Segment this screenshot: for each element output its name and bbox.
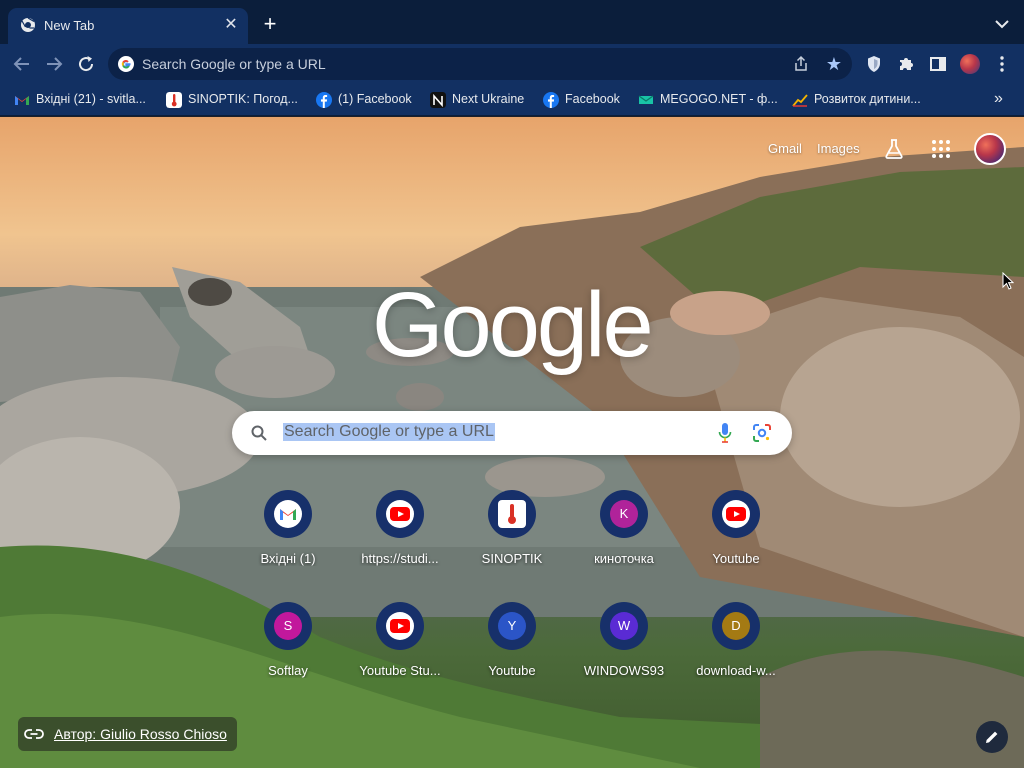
facebook-icon [543,92,559,108]
shortcut-label: Youtube Stu... [359,663,441,678]
bookmark-label: Next Ukraine [452,92,525,106]
customize-button[interactable] [976,721,1008,753]
microphone-icon[interactable] [718,422,732,444]
gmail-link[interactable]: Gmail [768,141,802,156]
shortcut-studio[interactable]: https://studi... [345,490,455,590]
youtube-icon [722,500,750,528]
bookmarks-bar: Вхідні (21) - svitla... SINOPTIK: Погод.… [0,84,1024,116]
new-tab-page: Gmail Images Google Search Google or typ… [0,117,1024,768]
shortcut-youtube-studio[interactable]: Youtube Stu... [345,602,455,702]
shortcut-sinoptik[interactable]: SINOPTIK [457,490,567,590]
forward-icon[interactable] [42,52,66,76]
attribution-text: Автор: Giulio Rosso Chioso [54,726,227,742]
shortcut-youtube[interactable]: Youtube [681,490,791,590]
shortcut-label: SINOPTIK [481,551,543,566]
bookmark-star-icon[interactable]: ★ [824,54,844,74]
shortcut-softlay[interactable]: S Softlay [233,602,343,702]
shortcut-tile [376,602,424,650]
new-tab-button[interactable]: + [258,13,282,37]
shortcut-youtube-y[interactable]: Y Youtube [457,602,567,702]
labs-flask-icon[interactable] [882,137,906,161]
youtube-icon [386,612,414,640]
bookmarks-overflow-icon[interactable]: » [994,90,1003,108]
letter-k-icon: K [610,500,638,528]
letter-d-icon: D [722,612,750,640]
shortcut-label: download-w... [696,663,776,678]
shortcut-tile: W [600,602,648,650]
profile-avatar[interactable] [960,54,980,74]
letter-y-icon: Y [498,612,526,640]
shortcut-label: Softlay [268,663,308,678]
shortcut-label: https://studi... [361,551,439,566]
facebook-icon [316,92,332,108]
tab-new-tab[interactable]: New Tab ✕ [8,8,248,44]
shortcut-kinotochka[interactable]: K киноточка [569,490,679,590]
tab-strip: New Tab ✕ + [0,0,1024,44]
letter-s-icon: S [274,612,302,640]
shortcut-label: Youtube [488,663,536,678]
gmail-icon [15,96,29,105]
gmail-icon [274,500,302,528]
chart-icon [792,94,808,107]
back-icon[interactable] [10,52,34,76]
shortcut-tile: S [264,602,312,650]
ntp-search-placeholder[interactable]: Search Google or type a URL [283,423,495,441]
tab-title: New Tab [44,18,95,33]
shortcut-label: WINDOWS93 [583,663,665,678]
thermometer-icon [498,500,526,528]
shortcut-label: киноточка [594,551,654,566]
google-logo: Google [372,274,654,376]
shortcut-tile [712,490,760,538]
shortcut-windows93[interactable]: W WINDOWS93 [569,602,679,702]
ntp-search-box[interactable]: Search Google or type a URL [232,411,792,455]
shortcut-tile: D [712,602,760,650]
shortcut-tile [264,490,312,538]
bookmark-label: MEGOGO.NET - ф... [660,92,778,106]
search-icon [251,425,267,441]
address-bar[interactable]: Search Google or type a URL ★ [108,48,852,80]
mouse-cursor-icon [1002,272,1014,290]
shield-extension-icon[interactable] [864,54,884,74]
shortcut-tile [488,490,536,538]
google-apps-icon[interactable] [930,138,952,160]
shortcut-tile: K [600,490,648,538]
puzzle-extensions-icon[interactable] [896,54,916,74]
link-icon [24,729,44,739]
megogo-icon [638,95,654,104]
share-icon[interactable] [792,55,810,73]
shortcut-tile: Y [488,602,536,650]
background-attribution-link[interactable]: Автор: Giulio Rosso Chioso [18,717,237,751]
shortcut-label: Вхідні (1) [260,551,316,566]
menu-kebab-icon[interactable] [992,54,1012,74]
chevron-down-icon[interactable] [990,14,1014,34]
close-icon[interactable]: ✕ [222,16,240,34]
chrome-icon [21,17,35,32]
address-bar-text: Search Google or type a URL [142,56,326,72]
bookmark-label: Розвиток дитини... [814,92,921,106]
bookmark-label: (1) Facebook [338,92,412,106]
side-panel-icon[interactable] [928,54,948,74]
bookmark-label: Facebook [565,92,620,106]
reload-icon[interactable] [74,52,98,76]
shortcut-tile [376,490,424,538]
images-link[interactable]: Images [817,141,860,156]
shortcut-label: Youtube [712,551,760,566]
toolbar: Search Google or type a URL ★ [0,44,1024,84]
bookmark-label: Вхідні (21) - svitla... [36,92,146,106]
account-avatar[interactable] [974,133,1006,165]
google-lens-icon[interactable] [752,423,772,443]
letter-w-icon: W [610,612,638,640]
youtube-icon [386,500,414,528]
bookmark-label: SINOPTIK: Погод... [188,92,298,106]
next-ukraine-icon [430,92,446,108]
shortcut-download[interactable]: D download-w... [681,602,791,702]
thermometer-icon [166,92,182,108]
pencil-icon [986,731,998,743]
shortcut-vkhidni[interactable]: Вхідні (1) [233,490,343,590]
google-g-icon [118,56,134,72]
